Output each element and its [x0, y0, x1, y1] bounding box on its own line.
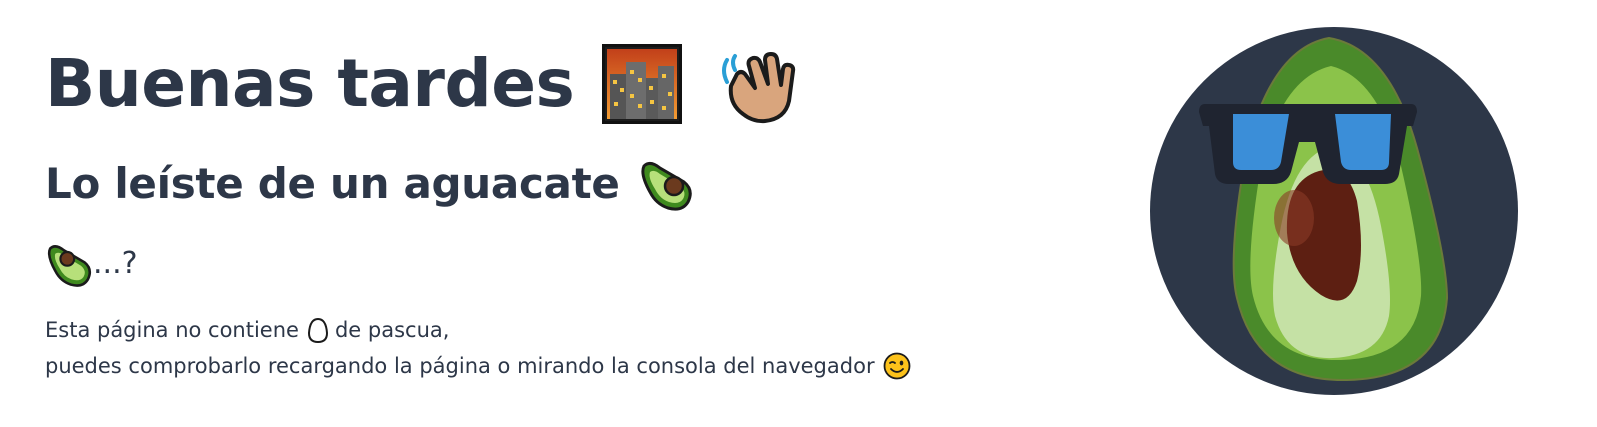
avocado-with-sunglasses-avatar: [1150, 27, 1518, 395]
avocado-icon: [47, 245, 92, 287]
note-line-2: puedes comprobarlo recargando la página …: [45, 348, 911, 384]
note-line-1-after: de pascua,: [334, 318, 450, 342]
winking-face-icon: [883, 352, 910, 380]
greeting-heading: Buenas tardes: [45, 40, 797, 128]
greeting-text: Buenas tardes: [45, 45, 575, 122]
easter-egg-note: Esta página no contiene de pascua, puede…: [45, 312, 911, 384]
avocado-icon: [640, 161, 692, 211]
cityscape-at-dusk-icon: [602, 44, 683, 124]
note-line-1-before: Esta página no contiene: [45, 318, 299, 342]
subtitle-heading: Lo leíste de un aguacate: [45, 155, 694, 213]
egg-icon: [307, 317, 328, 343]
question-line: ...?: [45, 240, 138, 288]
note-line-2-text: puedes comprobarlo recargando la página …: [45, 354, 875, 378]
page: Buenas tardes Lo leíste de un aguacate .…: [0, 0, 1597, 427]
question-text: ...?: [93, 246, 138, 281]
waving-hand-icon: [722, 52, 796, 124]
note-line-1: Esta página no contiene de pascua,: [45, 312, 911, 348]
subtitle-text: Lo leíste de un aguacate: [45, 159, 620, 208]
